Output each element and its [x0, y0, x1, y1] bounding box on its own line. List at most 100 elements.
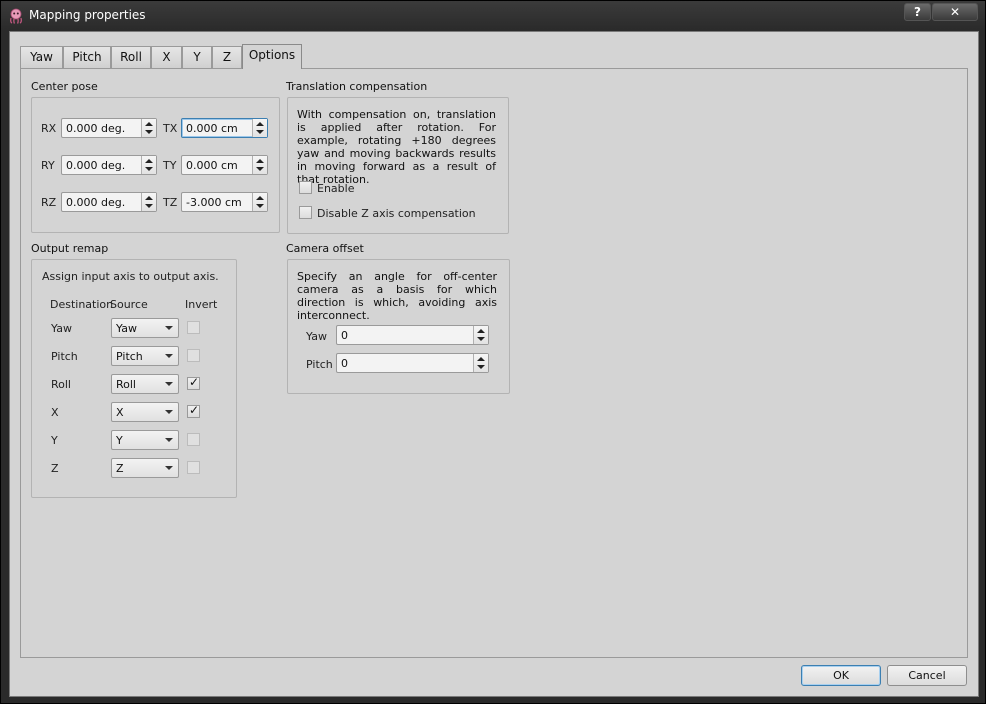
remap-destination-pitch: Pitch [51, 350, 78, 363]
chevron-down-icon [165, 382, 173, 386]
rz-spinbox[interactable]: 0.000 deg. [61, 192, 157, 212]
camera-offset-title: Camera offset [286, 242, 364, 255]
remap-invert-y-checkbox[interactable] [187, 433, 200, 446]
spin-up-icon[interactable] [256, 196, 264, 200]
remap-source-x-combo[interactable]: X [111, 402, 179, 422]
camera-yaw-label: Yaw [306, 330, 327, 343]
spin-down-icon[interactable] [256, 167, 264, 171]
remap-invert-roll-checkbox[interactable]: ✓ [187, 375, 200, 390]
ty-label: TY [163, 159, 177, 172]
chevron-down-icon [165, 354, 173, 358]
remap-source-yaw-combo[interactable]: Yaw [111, 318, 179, 338]
ry-spinbox[interactable]: 0.000 deg. [61, 155, 157, 175]
invert-header: Invert [185, 298, 218, 311]
translation-compensation-description: With compensation on, translation is app… [297, 108, 496, 186]
output-remap-title: Output remap [31, 242, 109, 255]
mapping-properties-window: Mapping properties ? ✕ Yaw Pitch Roll X … [0, 0, 986, 704]
remap-source-pitch-value: Pitch [116, 350, 143, 363]
camera-yaw-spin-arrows[interactable] [473, 326, 488, 344]
tx-spinbox[interactable]: 0.000 cm [181, 118, 268, 138]
remap-invert-pitch-checkbox[interactable] [187, 349, 200, 362]
tab-y[interactable]: Y [182, 46, 212, 68]
spin-up-icon[interactable] [477, 329, 485, 333]
help-button[interactable]: ? [904, 3, 931, 21]
remap-destination-yaw: Yaw [51, 322, 72, 335]
spin-up-icon[interactable] [145, 159, 153, 163]
remap-source-x-value: X [116, 406, 124, 419]
output-remap-description: Assign input axis to output axis. [42, 270, 219, 283]
spin-up-icon[interactable] [477, 357, 485, 361]
remap-source-y-combo[interactable]: Y [111, 430, 179, 450]
chevron-down-icon [165, 326, 173, 330]
tab-pitch[interactable]: Pitch [63, 46, 111, 68]
rz-value: 0.000 deg. [66, 196, 126, 209]
remap-destination-x: X [51, 406, 59, 419]
rz-label: RZ [41, 196, 57, 209]
title-bar[interactable]: Mapping properties ? ✕ [1, 1, 985, 31]
tab-x[interactable]: X [151, 46, 182, 68]
spin-down-icon[interactable] [145, 204, 153, 208]
tz-spin-arrows[interactable] [252, 193, 267, 211]
spin-up-icon[interactable] [145, 196, 153, 200]
source-header: Source [110, 298, 148, 311]
translation-compensation-title: Translation compensation [286, 80, 428, 93]
spin-up-icon[interactable] [145, 122, 153, 126]
camera-yaw-value: 0 [341, 329, 348, 342]
remap-invert-x-checkbox[interactable]: ✓ [187, 403, 200, 418]
spin-up-icon[interactable] [256, 159, 264, 163]
ty-value: 0.000 cm [186, 159, 238, 172]
enable-label: Enable [317, 182, 355, 195]
spin-down-icon[interactable] [145, 167, 153, 171]
remap-destination-z: Z [51, 462, 59, 475]
rx-spinbox[interactable]: 0.000 deg. [61, 118, 157, 138]
options-tab-panel: Center pose RX 0.000 deg. TX 0.000 cm RY… [20, 68, 968, 658]
rx-spin-arrows[interactable] [141, 119, 156, 137]
tab-roll[interactable]: Roll [111, 46, 151, 68]
spin-down-icon[interactable] [256, 130, 264, 134]
remap-source-pitch-combo[interactable]: Pitch [111, 346, 179, 366]
rz-spin-arrows[interactable] [141, 193, 156, 211]
remap-source-z-combo[interactable]: Z [111, 458, 179, 478]
ty-spin-arrows[interactable] [252, 156, 267, 174]
remap-invert-z-checkbox[interactable] [187, 461, 200, 474]
checkmark-icon: ✓ [189, 375, 200, 389]
camera-pitch-spin-arrows[interactable] [473, 354, 488, 372]
camera-pitch-label: Pitch [306, 358, 333, 371]
tab-yaw[interactable]: Yaw [20, 46, 63, 68]
tz-spinbox[interactable]: -3.000 cm [181, 192, 268, 212]
camera-pitch-spinbox[interactable]: 0 [336, 353, 489, 373]
close-button[interactable]: ✕ [932, 3, 978, 21]
ty-spinbox[interactable]: 0.000 cm [181, 155, 268, 175]
spin-down-icon[interactable] [477, 337, 485, 341]
ry-spin-arrows[interactable] [141, 156, 156, 174]
destination-header: Destination [50, 298, 114, 311]
octopus-app-icon [10, 8, 22, 24]
tz-value: -3.000 cm [186, 196, 242, 209]
translation-compensation-group: With compensation on, translation is app… [287, 97, 509, 234]
disable-z-axis-checkbox[interactable] [299, 206, 312, 219]
ry-value: 0.000 deg. [66, 159, 126, 172]
disable-z-axis-label: Disable Z axis compensation [317, 207, 476, 220]
remap-destination-y: Y [51, 434, 58, 447]
enable-checkbox[interactable] [299, 181, 312, 194]
camera-yaw-spinbox[interactable]: 0 [336, 325, 489, 345]
dialog-client-area: Yaw Pitch Roll X Y Z Options Center pose… [9, 31, 979, 697]
camera-offset-description: Specify an angle for off-center camera a… [297, 270, 497, 322]
remap-source-roll-combo[interactable]: Roll [111, 374, 179, 394]
chevron-down-icon [165, 410, 173, 414]
tx-spin-arrows[interactable] [252, 119, 267, 137]
tz-label: TZ [163, 196, 178, 209]
spin-up-icon[interactable] [256, 122, 264, 126]
ok-button[interactable]: OK [801, 665, 881, 686]
tab-z[interactable]: Z [212, 46, 242, 68]
rx-label: RX [41, 122, 57, 135]
center-pose-title: Center pose [31, 80, 98, 93]
cancel-button[interactable]: Cancel [887, 665, 967, 686]
spin-down-icon[interactable] [256, 204, 264, 208]
remap-invert-yaw-checkbox[interactable] [187, 321, 200, 334]
output-remap-group: Assign input axis to output axis. Destin… [31, 259, 237, 498]
spin-down-icon[interactable] [477, 365, 485, 369]
spin-down-icon[interactable] [145, 130, 153, 134]
tab-options[interactable]: Options [242, 44, 302, 69]
remap-destination-roll: Roll [51, 378, 71, 391]
